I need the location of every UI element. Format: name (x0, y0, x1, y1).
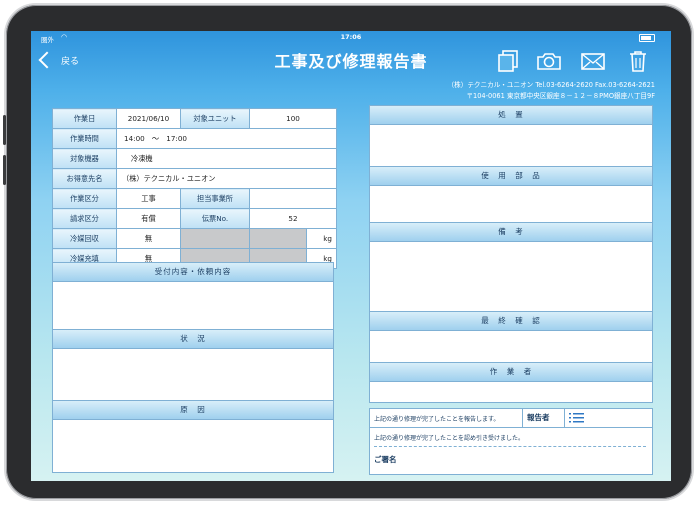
treatment-field[interactable] (370, 124, 652, 166)
customer-field[interactable]: （株）テクニカル・ユニオン (116, 168, 337, 189)
company-contact: （株）テクニカル・ユニオン Tel.03-6264-2620 Fax.03-62… (447, 81, 655, 89)
reporter-label: 報告者 (527, 413, 550, 422)
work-date-field[interactable]: 2021/06/10 (116, 108, 181, 129)
unit-label: 対象ユニット (180, 108, 250, 129)
office-label: 担当事業所 (180, 188, 250, 209)
divider (564, 409, 565, 427)
billing-label: 請求区分 (52, 208, 117, 229)
situation-field[interactable] (53, 348, 333, 400)
final-check-field[interactable] (370, 330, 652, 362)
battery-icon (639, 34, 655, 42)
situation-header: 状 況 (53, 329, 333, 349)
status-time: 17:06 (340, 33, 362, 41)
cause-field[interactable] (53, 419, 333, 471)
camera-icon[interactable] (536, 49, 562, 73)
right-notes-panel: 処 置 使 用 部 品 備 考 最 終 確 認 作 業 者 (369, 105, 653, 403)
company-info: （株）テクニカル・ユニオン Tel.03-6264-2620 Fax.03-62… (448, 80, 655, 102)
volume-button (3, 155, 6, 185)
billing-field[interactable]: 有償 (116, 208, 181, 229)
trash-icon[interactable] (625, 49, 651, 73)
signature-field[interactable] (410, 449, 648, 471)
chevron-left-icon (38, 51, 56, 69)
worker-field[interactable] (370, 381, 652, 401)
refrig-recovery-unit: kg (306, 228, 337, 249)
back-button[interactable]: 戻る (38, 48, 80, 72)
report-text: 上記の通り修理が完了したことを報告します。 (374, 416, 500, 423)
nav-bar: 戻る 工事及び修理報告書 (31, 43, 671, 79)
work-type-label: 作業区分 (52, 188, 117, 209)
refrig-recovery-field[interactable]: 無 (116, 228, 181, 249)
customer-label: お得意先名 (52, 168, 117, 189)
treatment-header: 処 置 (370, 105, 652, 125)
request-header: 受付内容・依頼内容 (53, 262, 333, 282)
work-date-label: 作業日 (52, 108, 117, 129)
parts-header: 使 用 部 品 (370, 166, 652, 186)
unit-field[interactable]: 100 (249, 108, 337, 129)
list-icon[interactable] (569, 411, 585, 425)
worker-header: 作 業 者 (370, 362, 652, 382)
sign-label: ご署名 (374, 455, 397, 464)
signature-box: 上記の通り修理が完了したことを報告します。 報告者 上記の通り修理が完了したこと… (369, 408, 653, 475)
office-field[interactable] (249, 188, 337, 209)
divider (370, 427, 652, 428)
accept-text: 上記の通り修理が完了したことを認め引き受けました。 (374, 435, 525, 442)
work-time-label: 作業時間 (52, 128, 117, 149)
back-label: 戻る (61, 56, 80, 67)
parts-field[interactable] (370, 185, 652, 222)
refrig-recovery-amount-a (180, 228, 250, 249)
app-screen: 圏外 ◠ 17:06 戻る 工事及び修理報告書 （株）テクニカル・ユニオン Te… (31, 31, 671, 481)
slip-field[interactable]: 52 (249, 208, 337, 229)
divider (522, 409, 523, 427)
status-bar: 圏外 ◠ 17:06 (31, 31, 671, 44)
work-time-field[interactable]: 14:00 ～ 17:00 (116, 128, 337, 149)
copy-icon[interactable] (495, 49, 521, 73)
company-address: 〒104-0061 東京都中央区銀座８－１２－８PMO銀座八丁目9F (466, 92, 655, 100)
request-field[interactable] (53, 281, 333, 329)
work-type-field[interactable]: 工事 (116, 188, 181, 209)
cause-header: 原 因 (53, 400, 333, 420)
equipment-field[interactable]: 冷凍機 (116, 148, 337, 169)
page-title: 工事及び修理報告書 (274, 52, 428, 71)
equipment-label: 対象機器 (52, 148, 117, 169)
work-info-table: 作業日 2021/06/10 対象ユニット 100 作業時間 14:00 ～ 1… (52, 108, 337, 269)
remarks-header: 備 考 (370, 222, 652, 242)
mail-icon[interactable] (580, 49, 606, 73)
volume-button (3, 115, 6, 145)
final-check-header: 最 終 確 認 (370, 311, 652, 331)
divider (374, 446, 646, 447)
tablet-frame: 圏外 ◠ 17:06 戻る 工事及び修理報告書 （株）テクニカル・ユニオン Te… (3, 5, 692, 499)
remarks-field[interactable] (370, 241, 652, 311)
slip-label: 伝票No. (180, 208, 250, 229)
refrig-recovery-label: 冷媒回収 (52, 228, 117, 249)
refrig-recovery-amount-b (249, 228, 307, 249)
left-notes-panel: 受付内容・依頼内容 状 況 原 因 (52, 262, 334, 473)
